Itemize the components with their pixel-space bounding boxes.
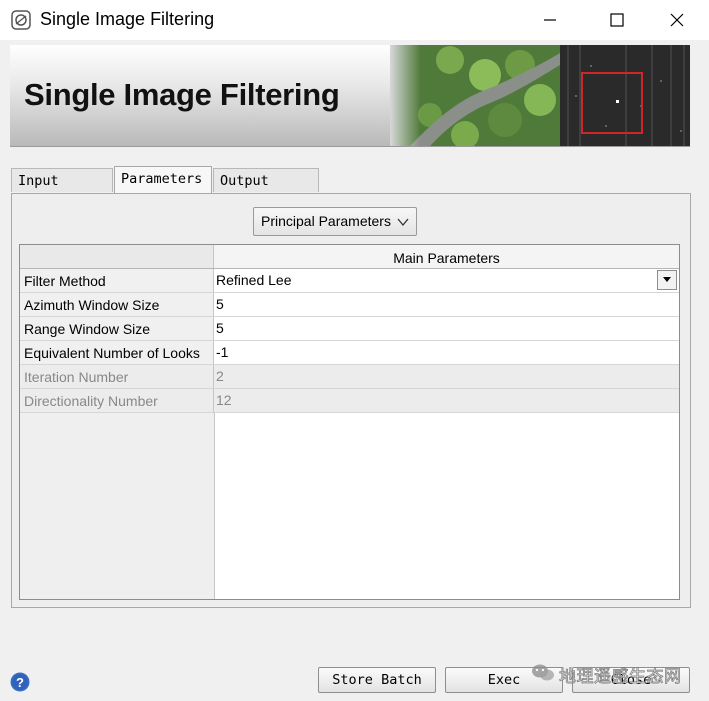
close-button[interactable] [654,0,700,40]
chevron-down-icon [397,218,409,227]
row-label: Filter Method [20,269,214,293]
table-row: Iteration Number 2 [20,365,679,389]
equivalent-number-of-looks-field[interactable]: -1 [214,341,679,365]
close-icon [670,13,684,27]
iteration-number-field: 2 [214,365,679,389]
parameter-group-select[interactable]: Principal Parameters [253,207,417,236]
app-icon [11,10,31,30]
directionality-number-field: 12 [214,389,679,413]
table-corner [20,245,214,268]
triangle-down-icon [663,277,671,282]
banner-image [390,45,690,146]
column-header-main-parameters: Main Parameters [214,245,679,268]
range-window-size-field[interactable]: 5 [214,317,679,341]
tab-input-files[interactable]: Input Files [11,168,113,213]
table-row: Range Window Size 5 [20,317,679,341]
table-row: Azimuth Window Size 5 [20,293,679,317]
store-batch-button[interactable]: Store Batch [318,667,436,693]
parameter-group-value: Principal Parameters [261,213,391,229]
row-label: Directionality Number [20,389,214,413]
dropdown-button[interactable] [657,270,677,290]
row-label: Azimuth Window Size [20,293,214,317]
filter-method-select[interactable]: Refined Lee [214,269,679,293]
table-header: Main Parameters [20,245,679,269]
banner-title: Single Image Filtering [24,77,340,112]
row-label: Equivalent Number of Looks [20,341,214,365]
table-row: Filter Method Refined Lee [20,269,679,293]
wechat-logo-icon [532,664,554,681]
title-bar: Single Image Filtering [0,0,709,40]
azimuth-window-size-field[interactable]: 5 [214,293,679,317]
window-title: Single Image Filtering [40,9,215,29]
help-icon[interactable]: ? [10,672,30,692]
table-row: Directionality Number 12 [20,389,679,413]
minimize-button[interactable] [527,0,573,40]
row-label: Iteration Number [20,365,214,389]
maximize-icon [610,13,624,27]
watermark: 地理遥感生态网 [531,653,701,693]
filter-method-value: Refined Lee [216,272,292,288]
tab-output-files[interactable]: Output Files [213,168,319,213]
row-label: Range Window Size [20,317,214,341]
watermark-text: 地理遥感生态网 [559,667,682,688]
maximize-button[interactable] [594,0,640,40]
minimize-icon [544,19,556,21]
tab-parameters[interactable]: Parameters [114,166,212,193]
table-row: Equivalent Number of Looks -1 [20,341,679,365]
parameter-table: Main Parameters Filter Method Refined Le… [19,244,680,600]
header-banner: Single Image Filtering [10,45,690,147]
svg-text:?: ? [16,675,24,690]
